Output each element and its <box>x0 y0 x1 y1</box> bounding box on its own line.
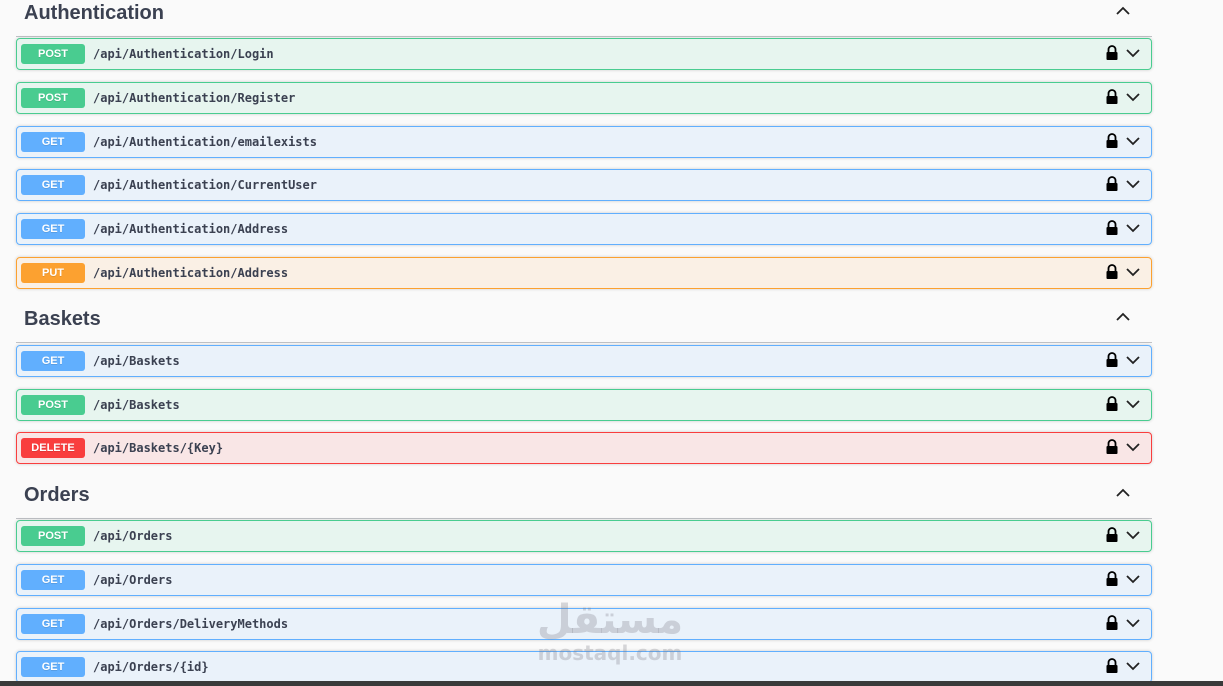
method-badge: GET <box>21 175 85 195</box>
method-badge: GET <box>21 351 85 371</box>
lock-icon[interactable] <box>1105 176 1119 192</box>
lock-icon[interactable] <box>1105 571 1119 587</box>
section-header-orders[interactable]: Orders <box>16 482 1152 519</box>
operation-path: /api/Baskets <box>93 354 180 368</box>
watermark-arabic: مستقل <box>536 597 684 643</box>
operation-row[interactable]: GET /api/Authentication/Address <box>16 213 1152 245</box>
lock-icon[interactable] <box>1105 220 1119 236</box>
section-title: Authentication <box>24 2 164 24</box>
operation-path: /api/Baskets <box>93 398 180 412</box>
lock-icon[interactable] <box>1105 658 1119 674</box>
operation-path: /api/Authentication/Register <box>93 91 296 105</box>
chevron-down-icon[interactable] <box>1125 398 1141 410</box>
operation-path: /api/Orders/DeliveryMethods <box>93 617 289 631</box>
operation-path: /api/Authentication/Login <box>93 47 274 61</box>
lock-icon[interactable] <box>1105 133 1119 149</box>
operation-row[interactable]: GET /api/Baskets <box>16 345 1152 377</box>
chevron-down-icon[interactable] <box>1125 178 1141 190</box>
method-badge: POST <box>21 44 85 64</box>
method-badge: GET <box>21 570 85 590</box>
operation-path: /api/Authentication/Address <box>93 266 289 280</box>
operation-row[interactable]: POST /api/Orders <box>16 520 1152 552</box>
lock-icon[interactable] <box>1105 615 1119 631</box>
chevron-down-icon[interactable] <box>1125 573 1141 585</box>
operation-path: /api/Orders <box>93 573 173 587</box>
operation-path: /api/Orders <box>93 529 173 543</box>
operation-path: /api/Orders/{id} <box>93 660 209 674</box>
operation-row[interactable]: DELETE /api/Baskets/{Key} <box>16 432 1152 464</box>
chevron-down-icon[interactable] <box>1125 529 1141 541</box>
chevron-down-icon[interactable] <box>1125 222 1141 234</box>
method-badge: PUT <box>21 263 85 283</box>
chevron-down-icon[interactable] <box>1125 441 1141 453</box>
lock-icon[interactable] <box>1105 264 1119 280</box>
section-title: Orders <box>24 484 90 506</box>
lock-icon[interactable] <box>1105 89 1119 105</box>
lock-icon[interactable] <box>1105 396 1119 412</box>
chevron-down-icon[interactable] <box>1125 91 1141 103</box>
method-badge: POST <box>21 526 85 546</box>
operation-path: /api/Baskets/{Key} <box>93 441 224 455</box>
method-badge: POST <box>21 88 85 108</box>
operation-row[interactable]: POST /api/Authentication/Register <box>16 82 1152 114</box>
section-header-baskets[interactable]: Baskets <box>16 306 1152 343</box>
operation-row[interactable]: POST /api/Baskets <box>16 389 1152 421</box>
watermark: مستقل mostaql.com <box>530 598 690 664</box>
bottom-scrollbar[interactable] <box>0 681 1223 686</box>
chevron-up-icon[interactable] <box>1114 484 1132 502</box>
operation-row[interactable]: GET /api/Orders <box>16 564 1152 596</box>
lock-icon[interactable] <box>1105 527 1119 543</box>
lock-icon[interactable] <box>1105 45 1119 61</box>
lock-icon[interactable] <box>1105 439 1119 455</box>
operation-row[interactable]: GET /api/Authentication/CurrentUser <box>16 169 1152 201</box>
operation-path: /api/Authentication/emailexists <box>93 135 317 149</box>
method-badge: DELETE <box>21 438 85 458</box>
chevron-down-icon[interactable] <box>1125 660 1141 672</box>
lock-icon[interactable] <box>1105 352 1119 368</box>
section-title: Baskets <box>24 308 101 330</box>
operation-path: /api/Authentication/CurrentUser <box>93 178 317 192</box>
chevron-down-icon[interactable] <box>1125 47 1141 59</box>
operation-row[interactable]: POST /api/Authentication/Login <box>16 38 1152 70</box>
method-badge: GET <box>21 132 85 152</box>
section-header-authentication[interactable]: Authentication <box>16 0 1152 37</box>
method-badge: POST <box>21 395 85 415</box>
chevron-up-icon[interactable] <box>1114 308 1132 326</box>
chevron-down-icon[interactable] <box>1125 354 1141 366</box>
operation-row[interactable]: GET /api/Authentication/emailexists <box>16 126 1152 158</box>
operation-row[interactable]: PUT /api/Authentication/Address <box>16 257 1152 289</box>
method-badge: GET <box>21 657 85 677</box>
operation-path: /api/Authentication/Address <box>93 222 289 236</box>
method-badge: GET <box>21 614 85 634</box>
chevron-down-icon[interactable] <box>1125 135 1141 147</box>
chevron-up-icon[interactable] <box>1114 2 1132 20</box>
method-badge: GET <box>21 219 85 239</box>
chevron-down-icon[interactable] <box>1125 266 1141 278</box>
chevron-down-icon[interactable] <box>1125 617 1141 629</box>
watermark-latin: mostaql.com <box>537 641 683 665</box>
